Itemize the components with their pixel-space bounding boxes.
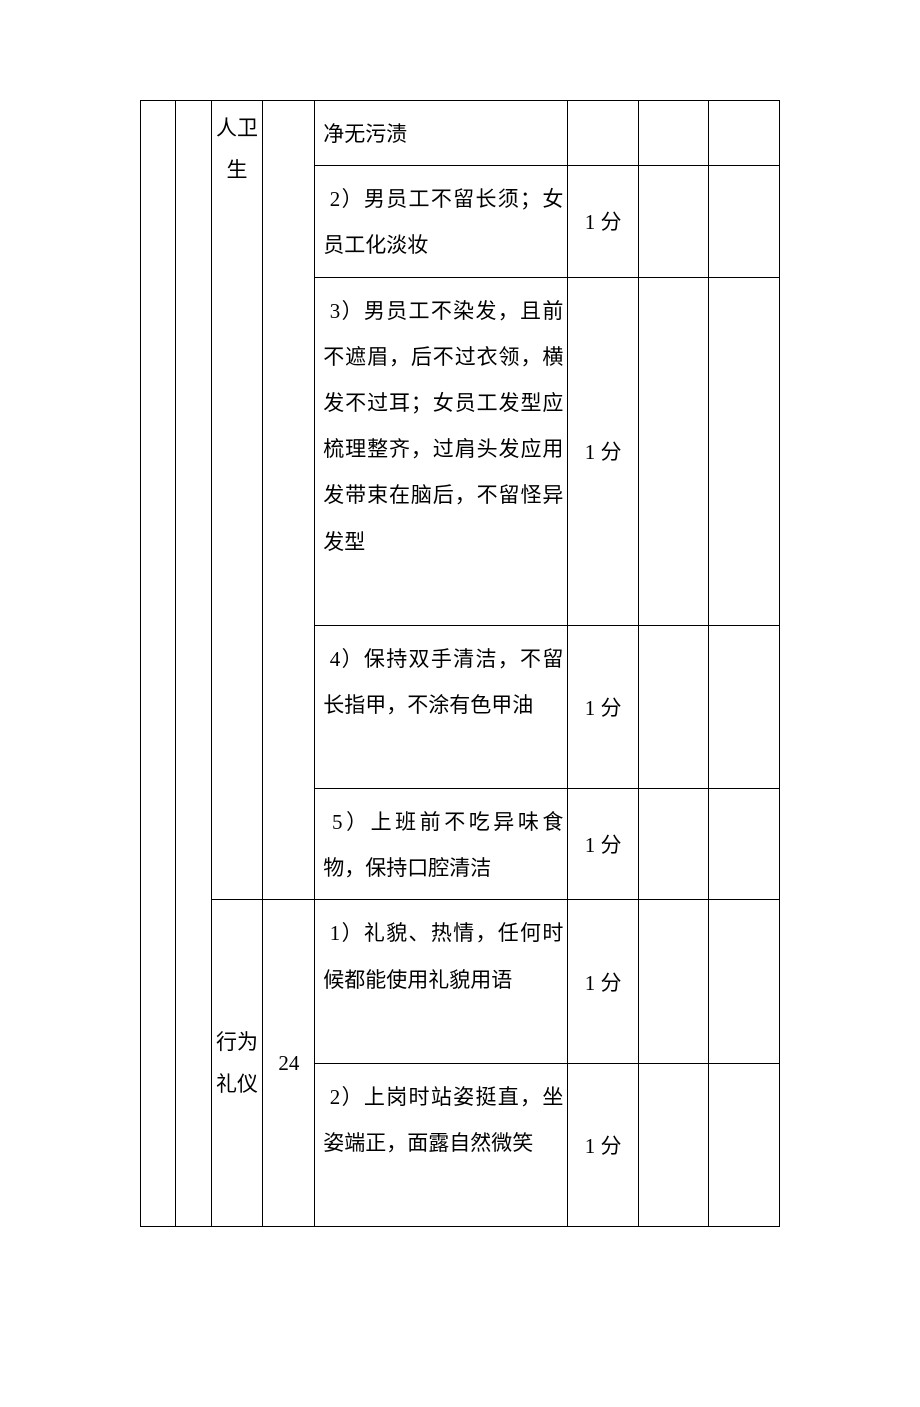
blank-cell — [709, 166, 780, 277]
section-label-text: 生 — [212, 149, 263, 191]
section-hygiene-label: 人卫 生 — [211, 101, 263, 900]
score-cell: 1 分 — [568, 277, 639, 625]
score-cell: 1 分 — [568, 900, 639, 1063]
criteria-cell: 2）上岗时站姿挺直，坐姿端正，面露自然微笑 — [315, 1063, 568, 1226]
table-row: 人卫 生 净无污渍 — [141, 101, 780, 166]
blank-cell — [638, 900, 709, 1063]
blank-cell — [638, 625, 709, 788]
blank-cell — [709, 277, 780, 625]
score-cell — [568, 101, 639, 166]
table-row: 行为 礼仪 24 1）礼貌、热情，任何时候都能使用礼貌用语 1 分 — [141, 900, 780, 1063]
blank-cell — [709, 625, 780, 788]
score-cell: 1 分 — [568, 166, 639, 277]
blank-cell — [709, 900, 780, 1063]
criteria-cell: 1）礼貌、热情，任何时候都能使用礼貌用语 — [315, 900, 568, 1063]
blank-cell — [709, 789, 780, 900]
score-cell: 1 分 — [568, 1063, 639, 1226]
section-etiquette-label: 行为 礼仪 — [211, 900, 263, 1227]
category-major-cell — [141, 101, 176, 1227]
section-etiquette-weight: 24 — [263, 900, 315, 1227]
blank-cell — [638, 789, 709, 900]
criteria-cell: 3）男员工不染发，且前不遮眉，后不过衣领，横发不过耳；女员工发型应梳理整齐，过肩… — [315, 277, 568, 625]
blank-cell — [638, 1063, 709, 1226]
blank-cell — [709, 1063, 780, 1226]
category-sub-cell — [176, 101, 211, 1227]
criteria-cell: 2）男员工不留长须；女员工化淡妆 — [315, 166, 568, 277]
blank-cell — [638, 101, 709, 166]
blank-cell — [638, 166, 709, 277]
section-label-text: 行为 — [212, 1021, 263, 1063]
criteria-cell: 4）保持双手清洁，不留长指甲，不涂有色甲油 — [315, 625, 568, 788]
criteria-cell: 5）上班前不吃异味食物，保持口腔清洁 — [315, 789, 568, 900]
section-label-text: 礼仪 — [212, 1063, 263, 1105]
blank-cell — [709, 101, 780, 166]
score-cell: 1 分 — [568, 625, 639, 788]
section-hygiene-weight — [263, 101, 315, 900]
blank-cell — [638, 277, 709, 625]
evaluation-table: 人卫 生 净无污渍 2）男员工不留长须；女员工化淡妆 1 分 3）男员工不染发，… — [140, 100, 780, 1227]
score-cell: 1 分 — [568, 789, 639, 900]
weight-value: 24 — [278, 1051, 299, 1075]
criteria-cell: 净无污渍 — [315, 101, 568, 166]
section-label-text: 人卫 — [212, 107, 263, 149]
